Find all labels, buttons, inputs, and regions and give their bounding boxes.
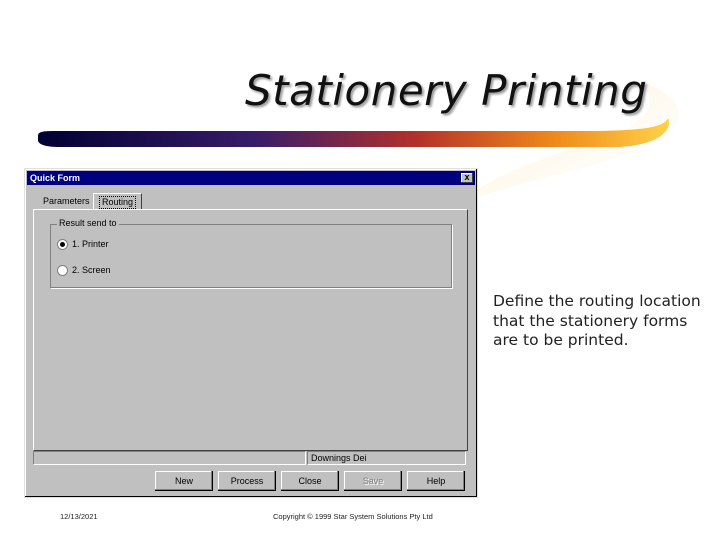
quick-form-window: Quick Form x Parameters Routing Result s… — [24, 168, 478, 498]
result-send-to-group: Result send to 1. Printer 2. Screen — [50, 218, 452, 288]
window-title: Quick Form — [30, 173, 81, 183]
help-button[interactable]: Help — [407, 471, 465, 491]
group-label: Result send to — [57, 218, 119, 228]
routing-panel: Result send to 1. Printer 2. Screen — [33, 209, 468, 451]
footer-copyright: Copyright © 1999 Star System Solutions P… — [273, 512, 433, 521]
window-titlebar: Quick Form x — [27, 171, 475, 185]
printer-radio[interactable] — [57, 239, 68, 250]
screen-radio[interactable] — [57, 265, 68, 276]
save-button[interactable]: Save — [344, 471, 402, 491]
tab-routing-label: Routing — [99, 196, 137, 209]
printer-radio-label[interactable]: 1. Printer — [72, 239, 109, 249]
process-button[interactable]: Process — [218, 471, 276, 491]
status-field-left — [33, 451, 306, 465]
tab-routing[interactable]: Routing — [93, 193, 143, 210]
screen-radio-label[interactable]: 2. Screen — [72, 265, 111, 275]
close-button[interactable]: Close — [281, 471, 339, 491]
tab-parameters[interactable]: Parameters — [38, 194, 95, 208]
slide-description: Define the routing location that the sta… — [493, 292, 701, 349]
new-button[interactable]: New — [155, 471, 213, 491]
slide-title: Stationery Printing — [245, 66, 648, 115]
status-field-right: Downings Dei — [307, 451, 466, 465]
close-icon[interactable]: x — [461, 173, 473, 183]
footer-date: 12/13/2021 — [60, 512, 98, 521]
